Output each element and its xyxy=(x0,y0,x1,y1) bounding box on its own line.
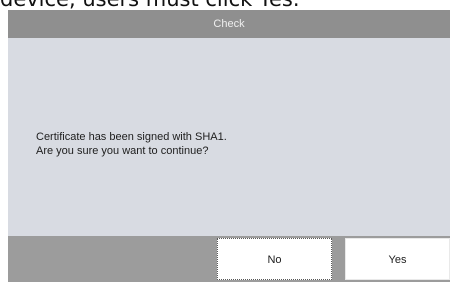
dialog-content: Certificate has been signed with SHA1. A… xyxy=(8,38,450,236)
message-line-sha1: Certificate has been signed with SHA1. xyxy=(36,131,227,143)
dialog-message: Certificate has been signed with SHA1. A… xyxy=(36,130,426,158)
dialog-button-bar: No Yes xyxy=(8,236,450,282)
yes-button[interactable]: Yes xyxy=(345,238,450,280)
check-dialog: Check Certificate has been signed with S… xyxy=(8,10,450,282)
background-caption-fragment: device, users must click Yes. xyxy=(0,0,456,10)
message-line-confirm: Are you sure you want to continue? xyxy=(36,145,209,157)
dialog-title: Check xyxy=(8,10,450,38)
no-button[interactable]: No xyxy=(217,238,332,280)
